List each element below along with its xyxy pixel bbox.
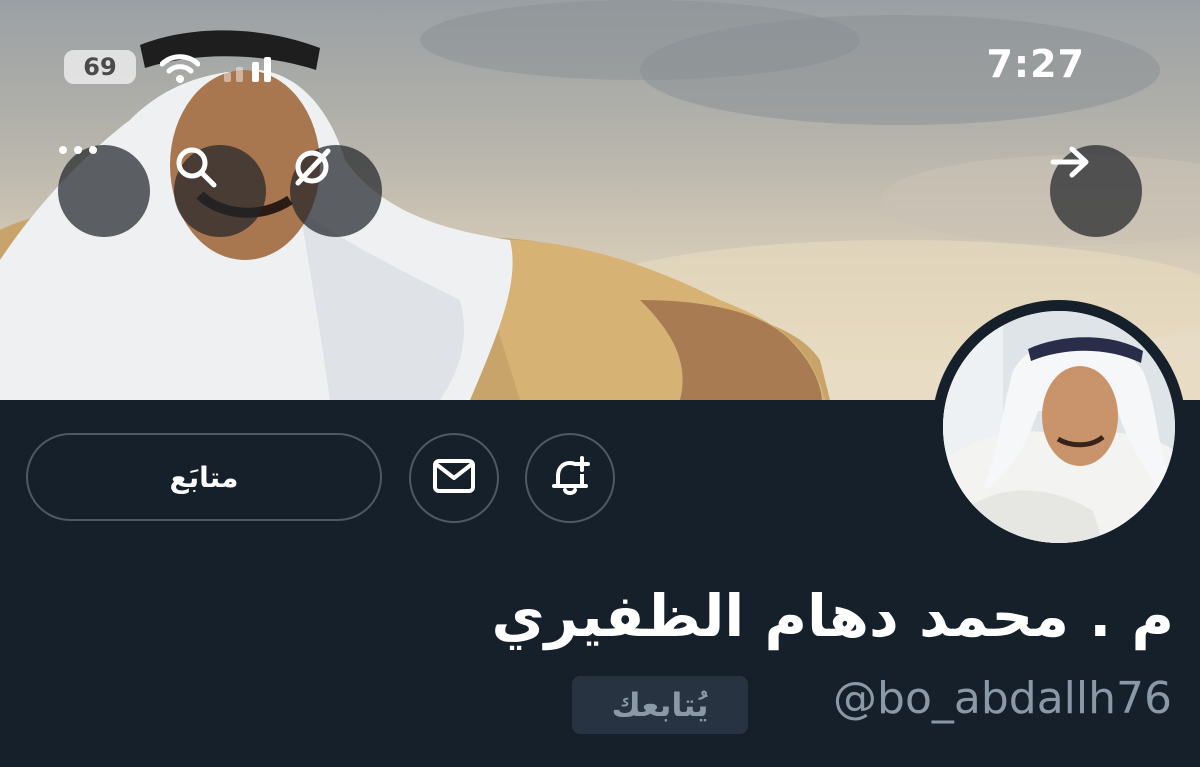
message-button[interactable] bbox=[409, 433, 499, 523]
status-time: 7:27 bbox=[986, 42, 1085, 86]
envelope-icon bbox=[432, 458, 476, 498]
bell-plus-icon bbox=[548, 454, 592, 502]
more-button[interactable] bbox=[58, 145, 150, 237]
follows-you-badge: يُتابعك bbox=[572, 676, 748, 734]
avatar-photo bbox=[943, 311, 1175, 543]
notifications-button[interactable] bbox=[525, 433, 615, 523]
profile-screen: 69 7:27 متابَع م . محمد دهام الظفيري @bo… bbox=[0, 0, 1200, 767]
following-button[interactable]: متابَع bbox=[26, 433, 382, 521]
forward-button[interactable] bbox=[1050, 145, 1142, 237]
profile-handle: @bo_abdallh76 bbox=[833, 673, 1172, 724]
profile-display-name: م . محمد دهام الظفيري bbox=[491, 582, 1175, 650]
battery-indicator: 69 bbox=[64, 50, 136, 84]
profile-avatar[interactable] bbox=[932, 300, 1186, 554]
search-button[interactable] bbox=[174, 145, 266, 237]
grok-button[interactable] bbox=[290, 145, 382, 237]
